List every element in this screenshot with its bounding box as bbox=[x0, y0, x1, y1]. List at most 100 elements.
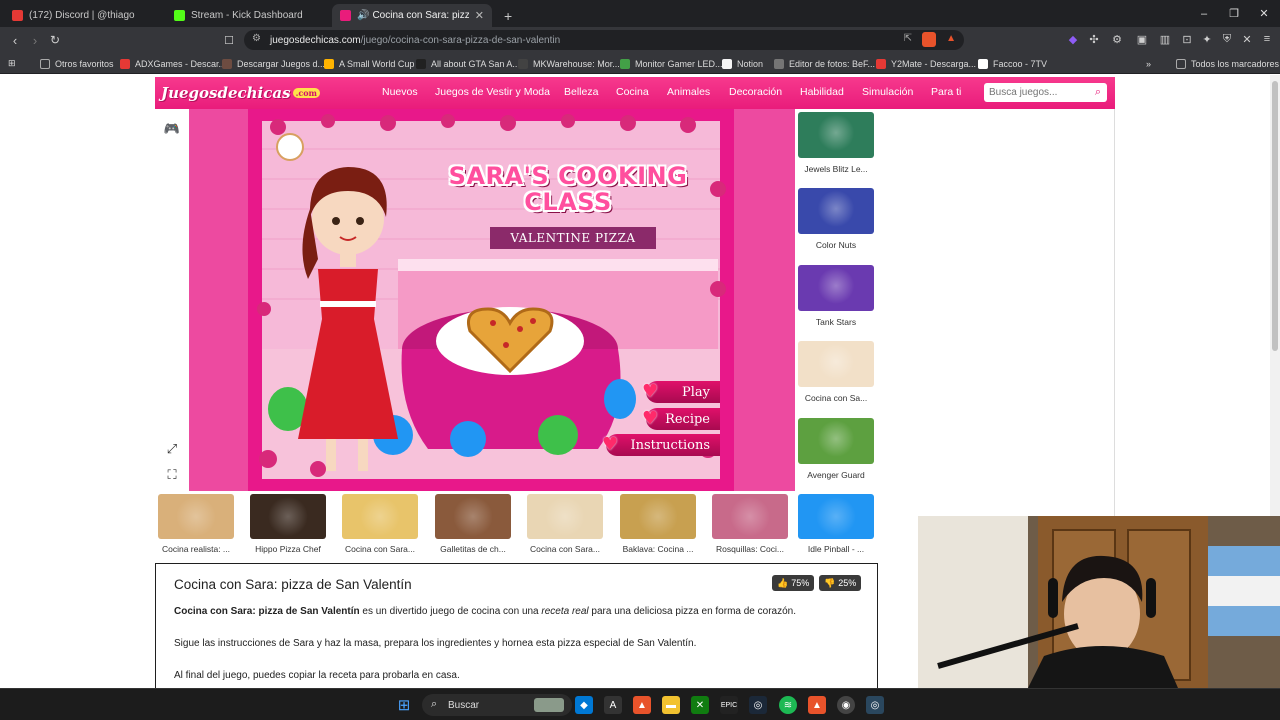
nav-link[interactable]: Belleza bbox=[564, 86, 598, 98]
bookmark-item[interactable]: Descargar Juegos d... bbox=[222, 56, 325, 71]
webcam-overlay bbox=[918, 516, 1280, 688]
search-icon[interactable]: ⌕ bbox=[1091, 85, 1105, 99]
nav-link[interactable]: Juegos de Vestir y Moda bbox=[435, 86, 550, 98]
app-icon[interactable]: A bbox=[604, 696, 622, 714]
brave-shield-icon[interactable] bbox=[922, 32, 936, 47]
game-card[interactable]: Color Nuts bbox=[798, 188, 874, 260]
dislike-button[interactable]: 👎 25% bbox=[819, 575, 862, 591]
instructions-button[interactable]: ♥ Instructions bbox=[602, 434, 720, 456]
nav-link[interactable]: Animales bbox=[667, 86, 710, 98]
nav-link[interactable]: Decoración bbox=[729, 86, 782, 98]
bookmark-item[interactable]: Notion bbox=[722, 56, 763, 71]
nav-link[interactable]: Cocina bbox=[616, 86, 649, 98]
game-card[interactable]: Tank Stars bbox=[798, 265, 874, 337]
ublock-icon[interactable]: ✕ bbox=[1240, 32, 1254, 46]
settings-icon[interactable]: ⚙ bbox=[1110, 32, 1124, 46]
bookmark-item[interactable]: A Small World Cup bbox=[324, 56, 414, 71]
file-explorer-icon[interactable]: ▬ bbox=[662, 696, 680, 714]
site-info-icon[interactable]: ⚙ bbox=[252, 33, 261, 44]
recipe-button[interactable]: ♥ Recipe bbox=[642, 408, 720, 430]
play-button[interactable]: ♥ Play bbox=[642, 381, 720, 403]
site-logo[interactable]: Juegosdechicas .com bbox=[161, 81, 321, 105]
more-bookmarks-icon[interactable]: » bbox=[1146, 56, 1151, 71]
bookmark-favicon-icon bbox=[518, 58, 528, 69]
bookmark-item[interactable]: Editor de fotos: BeF... bbox=[774, 56, 875, 71]
bookmark-item[interactable]: All about GTA San A... bbox=[416, 56, 520, 71]
sidebar-icon[interactable]: ▥ bbox=[1158, 32, 1172, 46]
game-card-label: Cocina con Sa... bbox=[804, 393, 868, 403]
brave-active-icon[interactable]: ▲ bbox=[808, 696, 826, 714]
tab-discord[interactable]: (172) Discord | @thiago bbox=[4, 4, 164, 27]
obs-icon[interactable]: ◉ bbox=[837, 696, 855, 714]
puzzle-icon[interactable]: ✦ bbox=[1200, 32, 1214, 46]
gamepad-icon[interactable]: 🎮 bbox=[164, 121, 180, 137]
tab-search-icon[interactable]: ⊡ bbox=[1180, 32, 1194, 46]
close-tab-icon[interactable]: ✕ bbox=[469, 9, 484, 22]
address-bar[interactable]: ⚙ juegosdechicas.com/juego/cocina-con-sa… bbox=[244, 30, 964, 50]
wallet-icon[interactable]: ▣ bbox=[1135, 32, 1149, 46]
tab-active-game[interactable]: 🔊 Cocina con Sara: pizza de San Va ✕ bbox=[332, 4, 492, 27]
game-card[interactable]: Avenger Guard bbox=[798, 418, 874, 490]
thumbs-up-icon: 👍 bbox=[777, 577, 789, 588]
spotify-icon[interactable]: ≋ bbox=[779, 696, 797, 714]
description-paragraph: Cocina con Sara: pizza de San Valentín e… bbox=[174, 606, 796, 617]
game-card[interactable]: Jewels Blitz Le... bbox=[798, 112, 874, 184]
tab-kick[interactable]: Stream - Kick Dashboard bbox=[166, 4, 330, 27]
nav-link[interactable]: Habilidad bbox=[800, 86, 844, 98]
game-canvas[interactable]: SARA'S COOKING CLASS VALENTINE PIZZA ♥ Pl… bbox=[248, 109, 734, 491]
game-card[interactable]: Cocina con Sara... bbox=[527, 494, 603, 558]
game-card[interactable]: Cocina con Sara... bbox=[342, 494, 418, 558]
game-thumbnail bbox=[435, 494, 511, 539]
reload-icon[interactable]: ↻ bbox=[46, 31, 64, 49]
steam-secondary-icon[interactable]: ◎ bbox=[866, 696, 884, 714]
windows-start-icon[interactable]: ⊞ bbox=[395, 696, 413, 714]
leo-icon[interactable]: ◆ bbox=[1066, 32, 1080, 46]
new-tab-button[interactable]: + bbox=[496, 4, 516, 27]
epic-games-icon[interactable]: EPIC bbox=[720, 696, 738, 714]
extensions-icon[interactable]: ✣ bbox=[1087, 32, 1101, 46]
description-title: Cocina con Sara: pizza de San Valentín bbox=[174, 577, 412, 592]
menu-icon[interactable]: ≡ bbox=[1260, 32, 1274, 46]
windows-taskbar: ⊞ ⌕ Buscar ◆ A ▲ ▬ ✕ EPIC ◎ ≋ ▲ ◉ ◎ bbox=[0, 688, 1280, 720]
maximize-icon[interactable]: ❐ bbox=[1218, 0, 1250, 27]
bookmark-icon[interactable]: ☐ bbox=[220, 31, 238, 49]
game-card[interactable]: Cocina con Sa... bbox=[798, 341, 874, 413]
game-card[interactable]: Idle Pinball - ... bbox=[798, 494, 874, 558]
taskbar-search[interactable]: ⌕ Buscar bbox=[422, 694, 572, 716]
copilot-icon[interactable]: ◆ bbox=[575, 696, 593, 714]
back-icon[interactable]: ‹ bbox=[6, 31, 24, 49]
game-thumbnail bbox=[158, 494, 234, 539]
scrollbar-thumb[interactable] bbox=[1272, 81, 1278, 351]
nav-link[interactable]: Nuevos bbox=[382, 86, 418, 98]
game-card[interactable]: Rosquillas: Coci... bbox=[712, 494, 788, 558]
share-icon[interactable]: ⇱ bbox=[904, 33, 912, 44]
bookmark-item[interactable]: Monitor Gamer LED... bbox=[620, 56, 723, 71]
minimize-icon[interactable]: – bbox=[1188, 0, 1220, 27]
bookmark-item[interactable]: Faccoo - 7TV bbox=[978, 56, 1047, 71]
vpn-icon[interactable]: ⛨ bbox=[1220, 32, 1234, 46]
game-card[interactable]: Hippo Pizza Chef bbox=[250, 494, 326, 558]
nav-link[interactable]: Para ti bbox=[931, 86, 961, 98]
site-search-input[interactable] bbox=[984, 83, 1107, 102]
expand-icon[interactable]: ⤢ bbox=[164, 441, 180, 457]
fullscreen-icon[interactable]: ⛶ bbox=[164, 467, 180, 483]
bookmark-item[interactable]: Otros favoritos bbox=[40, 56, 114, 71]
bookmarks-bar: ⊞ Otros favoritos ADXGames - Descar... D… bbox=[0, 53, 1280, 74]
game-card[interactable]: Cocina realista: ... bbox=[158, 494, 234, 558]
bookmark-item[interactable]: ADXGames - Descar... bbox=[120, 56, 226, 71]
game-card[interactable]: Baklava: Cocina ... bbox=[620, 494, 696, 558]
bookmark-item[interactable]: MKWarehouse: Mor... bbox=[518, 56, 620, 71]
game-card[interactable]: Galletitas de ch... bbox=[435, 494, 511, 558]
game-card-label: Tank Stars bbox=[815, 317, 857, 327]
steam-icon[interactable]: ◎ bbox=[749, 696, 767, 714]
forward-icon[interactable]: › bbox=[26, 31, 44, 49]
brave-rewards-icon[interactable]: ▲ bbox=[946, 33, 956, 44]
bookmark-item[interactable]: Todos los marcadores bbox=[1176, 56, 1279, 71]
close-window-icon[interactable]: ✕ bbox=[1248, 0, 1280, 27]
bookmark-item[interactable]: Y2Mate - Descarga... bbox=[876, 56, 976, 71]
nav-link[interactable]: Simulación bbox=[862, 86, 913, 98]
xbox-icon[interactable]: ✕ bbox=[691, 696, 709, 714]
like-button[interactable]: 👍 75% bbox=[772, 575, 815, 591]
brave-icon[interactable]: ▲ bbox=[633, 696, 651, 714]
apps-icon[interactable]: ⊞ bbox=[8, 56, 16, 71]
